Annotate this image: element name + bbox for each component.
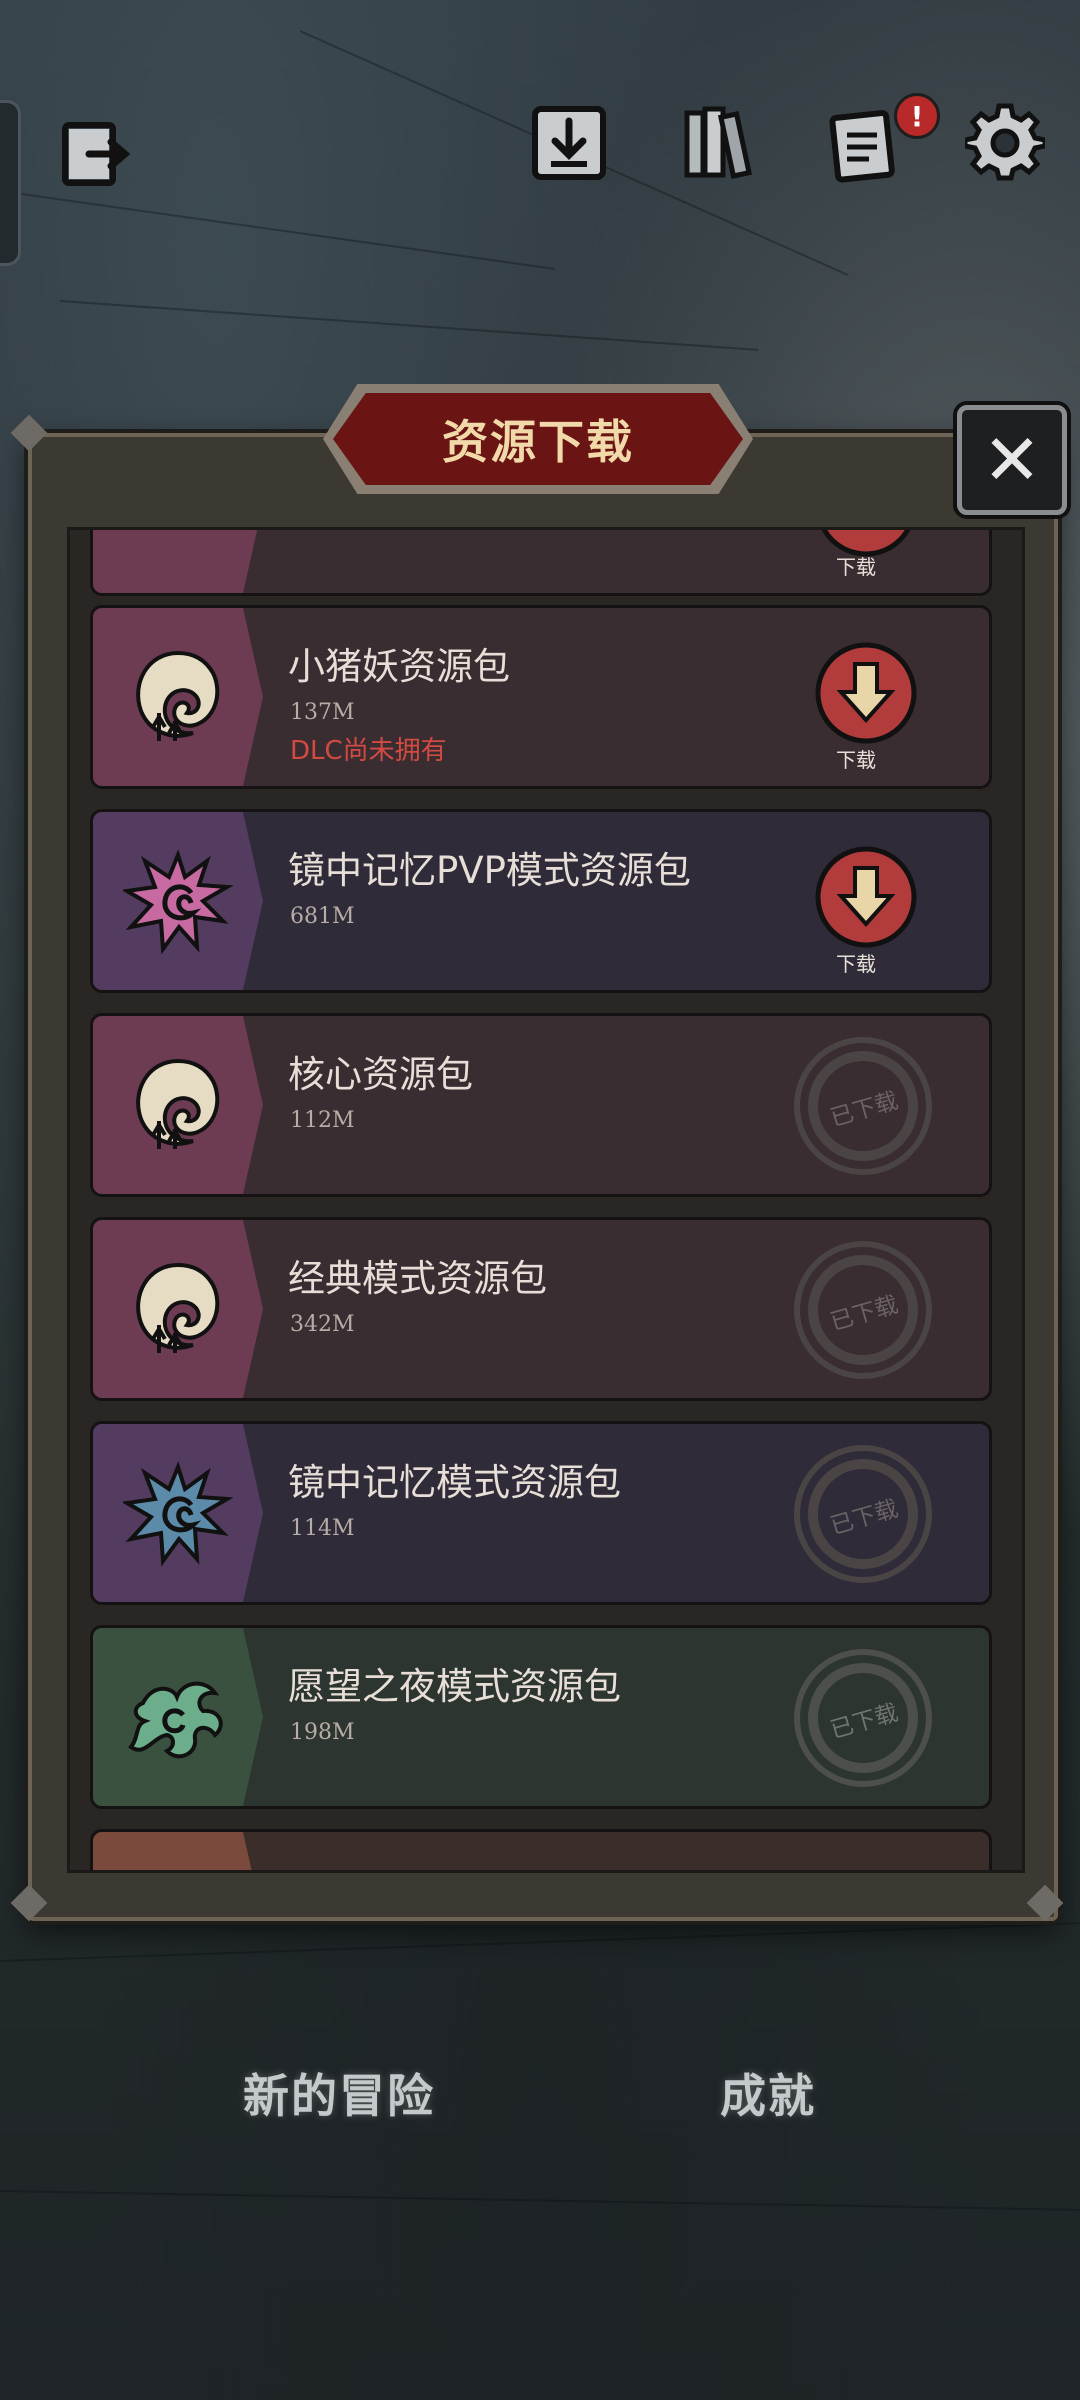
pack-name: 愿望之夜模式资源包 [288,1665,621,1708]
list-item[interactable] [90,1829,992,1870]
download-label: 下载 [836,952,876,976]
list-item[interactable]: 经典模式资源包 342M 已下载 [90,1217,992,1401]
pack-size: 112M [290,1108,355,1133]
pack-name: 经典模式资源包 [288,1257,547,1300]
pack-list[interactable]: 下载 小猪妖资源包 137M DLC尚未拥有 下载 镜中记忆PVP模式资源包 6… [67,527,1025,1873]
list-item[interactable]: 下载 [90,530,992,596]
close-button[interactable]: ✕ [957,405,1067,515]
mirror-memory-icon [123,849,233,955]
list-item[interactable]: 镜中记忆模式资源包 114M 已下载 [90,1421,992,1605]
download-label: 下载 [836,748,876,772]
downloaded-stamp: 已下载 [791,1034,936,1179]
list-item[interactable]: 核心资源包 112M 已下载 [90,1013,992,1197]
mirror-memory-icon [123,1461,233,1567]
pack-name: 小猪妖资源包 [288,645,510,688]
title-banner: 资源下载 [333,393,743,485]
pack-name: 核心资源包 [288,1053,473,1096]
spiral-tree-icon [136,650,220,741]
notification-badge: ! [894,93,940,139]
dialog-title: 资源下载 [442,415,634,469]
side-drawer-tab[interactable] [0,100,21,266]
dlc-not-owned-note: DLC尚未拥有 [290,736,447,766]
pack-size: 114M [290,1516,355,1541]
download-box-icon[interactable] [526,100,612,186]
download-button[interactable] [813,640,919,746]
wish-night-leaf-icon [128,1681,223,1759]
spiral-tree-icon [136,1262,220,1353]
new-adventure-button[interactable]: 新的冒险 [243,2060,435,2126]
list-item[interactable]: 小猪妖资源包 137M DLC尚未拥有 下载 [90,605,992,789]
exit-door-icon[interactable] [52,112,138,198]
list-item[interactable]: 愿望之夜模式资源包 198M 已下载 [90,1625,992,1809]
list-item[interactable]: 镜中记忆PVP模式资源包 681M 下载 [90,809,992,993]
pack-name: 镜中记忆模式资源包 [288,1461,621,1504]
pack-name: 镜中记忆PVP模式资源包 [288,849,691,892]
achievements-button[interactable]: 成就 [720,2060,816,2126]
download-label: 下载 [836,555,876,579]
books-icon[interactable] [678,100,764,186]
pack-color-strip [93,1832,263,1870]
resource-download-dialog: 下载 小猪妖资源包 137M DLC尚未拥有 下载 镜中记忆PVP模式资源包 6… [28,433,1058,1921]
downloaded-stamp: 已下载 [791,1442,936,1587]
pack-size: 681M [290,904,355,929]
downloaded-stamp: 已下载 [791,1646,936,1791]
spiral-tree-icon [136,1058,220,1149]
download-button[interactable] [813,844,919,950]
downloaded-stamp: 已下载 [791,1238,936,1383]
gear-icon[interactable] [962,100,1048,186]
pack-size: 198M [290,1720,355,1745]
pack-size: 137M [290,700,355,725]
close-icon: ✕ [982,419,1042,501]
pack-size: 342M [290,1312,355,1337]
pack-color-strip [93,530,263,593]
